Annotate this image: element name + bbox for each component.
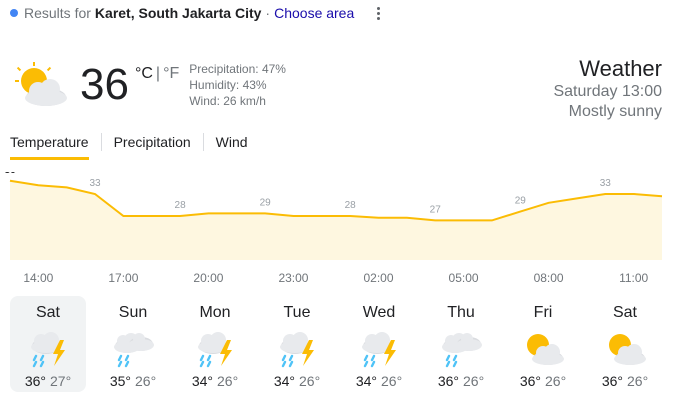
forecast-day[interactable]: Mon 34° 26° [174,296,256,392]
time-tick-label: 23:00 [278,271,308,285]
forecast-temps: 36° 27° [25,372,71,390]
thunderstorm-icon [24,328,72,368]
forecast-temps: 36° 26° [602,372,648,390]
more-options-icon[interactable] [370,4,386,22]
daily-forecast: Sat 36° 27° Sun 35° 26° Mon 34° 26° Tue 34° 26° Wed 3… [10,296,666,396]
weather-condition: Mostly sunny [568,103,662,120]
partly-cloudy-icon [601,328,649,368]
forecast-high: 36° [437,373,459,389]
tab-precipitation[interactable]: Precipitation [114,130,191,156]
celsius-toggle[interactable]: °C [135,65,153,83]
time-tick-label: 02:00 [364,271,394,285]
forecast-low: 26° [299,373,321,389]
location-dot-icon [10,9,18,17]
temperature-data-label: 29 [260,197,272,208]
precipitation-value: Precipitation: 47% [189,62,286,76]
forecast-low: 26° [217,373,239,389]
forecast-low: 26° [463,373,485,389]
sun-cloud-icon [15,62,67,106]
forecast-day[interactable]: Tue 34° 26° [256,296,338,392]
temperature-data-label: 33 [600,178,612,189]
forecast-temps: 36° 26° [520,372,566,390]
forecast-high: 34° [355,373,377,389]
time-tick-label: 20:00 [193,271,223,285]
thunderstorm-icon [273,328,321,368]
temperature-data-label: 27 [430,204,442,215]
chart-tabs: Temperature Precipitation Wind [10,130,248,160]
forecast-high: 36° [519,373,541,389]
tab-divider [100,133,102,151]
forecast-temps: 35° 26° [110,372,156,390]
forecast-temps: 34° 26° [274,372,320,390]
time-tick-label: 14:00 [23,271,53,285]
humidity-value: Humidity: 43% [189,78,267,92]
forecast-low: 26° [381,373,403,389]
forecast-day-name: Thu [447,304,475,321]
wind-value: Wind: 26 km/h [189,94,266,108]
location-name: Karet, South Jakarta City [94,5,262,21]
forecast-high: 36° [601,373,623,389]
current-conditions: 36 °C | °F Precipitation: 47% Humidity: … [8,60,286,110]
tab-wind[interactable]: Wind [216,130,248,156]
forecast-temps: 34° 26° [356,372,402,390]
forecast-day[interactable]: Sat 36° 26° [584,296,666,392]
partly-cloudy-icon [519,328,567,368]
forecast-day[interactable]: Sun 35° 26° [92,296,174,392]
forecast-day[interactable]: Sat 36° 27° [10,296,86,392]
forecast-day-name: Sat [612,304,637,321]
forecast-low: 26° [135,373,157,389]
unit-separator: | [155,65,161,82]
forecast-day[interactable]: Wed 34° 26° [338,296,420,392]
rain-icon [109,328,157,368]
forecast-high: 34° [273,373,295,389]
forecast-day-name: Sun [118,304,148,321]
weather-time: Saturday 13:00 [553,83,662,100]
choose-area-link[interactable]: Choose area [274,5,354,21]
forecast-temps: 34° 26° [192,372,238,390]
fahrenheit-toggle[interactable]: °F [163,65,179,83]
forecast-high: 36° [24,373,46,389]
time-tick-label: 08:00 [534,271,564,285]
temperature-data-label: 36 [4,172,16,176]
temperature-chart: 36 33 28 29 28 27 29 33 14:00 17:00 20:00 23:00 02:0… [4,172,663,285]
forecast-high: 35° [109,373,131,389]
results-prefix: Results for [24,5,91,21]
time-tick-label: 05:00 [449,271,479,285]
thunderstorm-icon [191,328,239,368]
unit-toggle: °C | °F [135,61,179,109]
forecast-low: 26° [545,373,567,389]
forecast-low: 26° [627,373,649,389]
time-tick-label: 17:00 [108,271,138,285]
current-temperature: 36 [80,60,129,109]
temperature-data-label: 28 [345,200,357,211]
forecast-day[interactable]: Thu 36° 26° [420,296,502,392]
forecast-temps: 36° 26° [438,372,484,390]
forecast-day-name: Fri [533,304,553,321]
thunderstorm-icon [355,328,403,368]
temperature-area [10,180,662,260]
forecast-low: 27° [50,373,72,389]
weather-header: Weather Saturday 13:00 Mostly sunny [553,56,662,122]
tab-divider [202,133,204,151]
time-tick-label: 11:00 [619,271,648,285]
forecast-day[interactable]: Fri 36° 26° [502,296,584,392]
forecast-day-name: Wed [362,304,396,321]
forecast-high: 34° [191,373,213,389]
forecast-day-name: Sat [35,304,60,321]
forecast-day-name: Tue [283,304,311,321]
rain-icon [437,328,485,368]
temperature-data-label: 28 [175,200,187,211]
weather-details: Precipitation: 47% Humidity: 43% Wind: 2… [189,61,286,109]
temperature-data-label: 29 [515,196,527,207]
tab-temperature[interactable]: Temperature [10,130,89,160]
weather-title: Weather [579,56,662,81]
temperature-data-label: 33 [89,178,101,189]
forecast-day-name: Mon [199,304,231,321]
results-separator: · [265,5,271,21]
location-bar: Results for Karet, South Jakarta City · … [10,4,354,22]
